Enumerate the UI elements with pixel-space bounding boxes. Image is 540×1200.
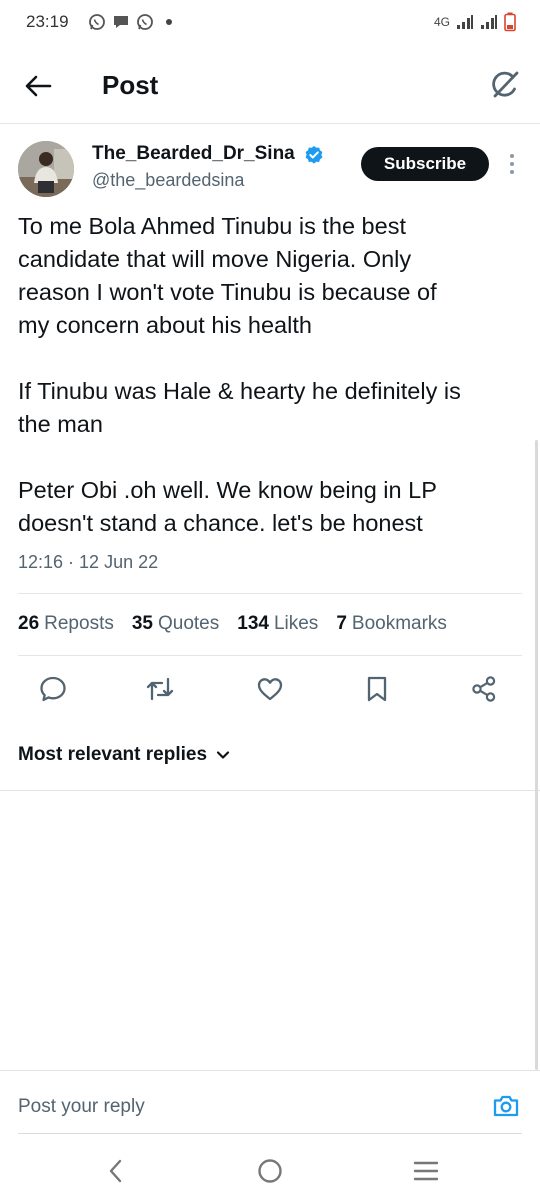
avatar[interactable] — [18, 141, 74, 197]
reply-composer: Post your reply — [0, 1070, 540, 1134]
nav-home-button[interactable] — [255, 1156, 285, 1186]
signal-icon — [481, 15, 497, 29]
divider — [18, 655, 522, 656]
stat-bookmarks[interactable]: 7 Bookmarks — [336, 613, 447, 635]
share-icon — [472, 676, 496, 702]
post-line: doesn't stand a chance. let's be honest — [18, 510, 423, 536]
home-circle-icon — [258, 1159, 282, 1183]
bookmark-button[interactable] — [362, 674, 392, 704]
bookmark-icon — [367, 676, 387, 702]
stat-count: 134 — [237, 613, 269, 634]
network-type: 4G — [433, 15, 450, 29]
menu-lines-icon — [413, 1161, 439, 1181]
grok-button[interactable] — [488, 68, 522, 102]
more-vertical-icon — [510, 154, 514, 174]
camera-icon — [493, 1095, 519, 1117]
divider — [18, 1133, 522, 1134]
more-options-button[interactable] — [505, 152, 519, 176]
subscribe-button[interactable]: Subscribe — [361, 147, 489, 181]
post-line: candidate that will move Nigeria. Only — [18, 246, 412, 272]
chat-icon — [114, 16, 128, 28]
post-timestamp: 12:16 · 12 Jun 22 — [18, 552, 159, 572]
stat-label: Reposts — [44, 613, 114, 634]
stat-likes[interactable]: 134 Likes — [237, 613, 318, 635]
like-icon — [257, 678, 283, 701]
author-name[interactable]: The_Bearded_Dr_Sina — [92, 143, 295, 165]
divider — [18, 593, 522, 594]
share-button[interactable] — [469, 674, 499, 704]
post-text: To me Bola Ahmed Tinubu is the best cand… — [18, 210, 528, 540]
signal-icon — [457, 15, 473, 29]
camera-button[interactable] — [492, 1092, 520, 1120]
dot-icon — [166, 19, 172, 25]
back-button[interactable] — [22, 70, 54, 102]
grok-icon — [492, 71, 519, 98]
stat-reposts[interactable]: 26 Reposts — [18, 613, 114, 635]
top-app-bar: Post — [0, 48, 540, 124]
post-line: To me Bola Ahmed Tinubu is the best — [18, 213, 406, 239]
like-button[interactable] — [255, 674, 285, 704]
battery-icon — [504, 12, 516, 32]
replies-sort-label: Most relevant replies — [18, 744, 208, 765]
post-line: the man — [18, 411, 103, 437]
divider — [0, 790, 540, 791]
system-navigation-bar — [0, 1140, 540, 1200]
reply-input[interactable]: Post your reply — [18, 1096, 145, 1118]
author-handle[interactable]: @the_beardedsina — [92, 170, 244, 191]
nav-back-button[interactable] — [101, 1156, 131, 1186]
stat-label: Bookmarks — [351, 613, 447, 634]
profile-photo — [18, 141, 74, 197]
status-bar: 23:19 4G — [0, 0, 540, 48]
engagement-stats: 26 Reposts 35 Quotes 134 Likes 7 Bookmarks — [18, 613, 465, 635]
stat-label: Likes — [273, 613, 319, 634]
status-indicators: 4G — [434, 12, 516, 32]
repost-icon — [146, 677, 174, 701]
stat-count: 26 — [18, 613, 40, 634]
arrow-left-icon — [25, 75, 52, 97]
whatsapp-icon — [137, 14, 153, 30]
stat-quotes[interactable]: 35 Quotes — [132, 613, 219, 635]
nav-recents-button[interactable] — [411, 1156, 441, 1186]
repost-button[interactable] — [145, 674, 175, 704]
chevron-left-icon — [109, 1159, 122, 1183]
post-line: my concern about his health — [18, 312, 312, 338]
page-title: Post — [102, 70, 159, 100]
chevron-down-icon — [216, 751, 230, 759]
stat-label: Quotes — [157, 613, 220, 634]
stat-count: 35 — [131, 613, 153, 634]
post-line: If Tinubu was Hale & hearty he definitel… — [18, 378, 461, 404]
post-line: Peter Obi .oh well. We know being in LP — [18, 477, 437, 503]
scrollbar[interactable] — [535, 440, 538, 1070]
replies-sort-dropdown[interactable]: Most relevant replies — [18, 744, 231, 766]
reply-button[interactable] — [38, 674, 68, 704]
status-time: 23:19 — [26, 12, 69, 31]
whatsapp-icon — [89, 14, 105, 30]
reply-icon — [40, 676, 66, 702]
stat-count: 7 — [336, 613, 347, 634]
notification-icons — [88, 13, 172, 31]
verified-badge-icon — [304, 145, 324, 165]
post-line: reason I won't vote Tinubu is because of — [18, 279, 437, 305]
